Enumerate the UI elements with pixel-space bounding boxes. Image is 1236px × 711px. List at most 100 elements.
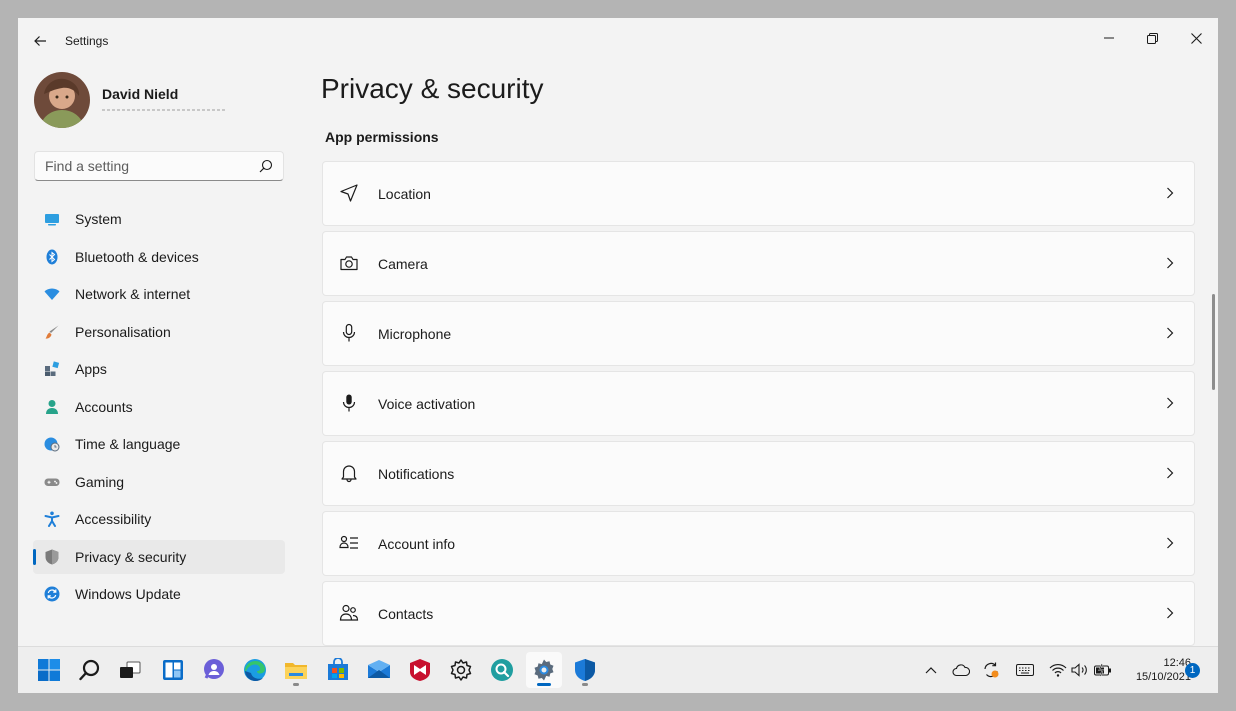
close-icon bbox=[1190, 32, 1202, 44]
settings-taskbar-button[interactable] bbox=[526, 652, 562, 688]
clock-date: 15/10/2021 bbox=[1135, 671, 1191, 683]
sidebar-item-system[interactable]: System bbox=[33, 202, 285, 236]
chevron-right-icon bbox=[1164, 326, 1176, 340]
mcafee-button[interactable] bbox=[402, 652, 438, 688]
permission-contacts[interactable]: Contacts bbox=[322, 581, 1195, 646]
permission-camera[interactable]: Camera bbox=[322, 231, 1195, 296]
chat-icon bbox=[204, 659, 224, 679]
widgets-button[interactable] bbox=[155, 652, 191, 688]
sidebar-item-apps[interactable]: Apps bbox=[33, 352, 285, 386]
sidebar-item-time-language[interactable]: Time & language bbox=[33, 427, 285, 461]
clock-time: 12:46 bbox=[1163, 657, 1191, 669]
accessibility-icon bbox=[44, 511, 60, 527]
volume-tray-button[interactable] bbox=[1071, 661, 1089, 679]
app-title: Settings bbox=[65, 34, 109, 48]
user-profile[interactable]: David Nield bbox=[34, 72, 294, 132]
chevron-right-icon bbox=[1164, 606, 1176, 620]
cloud-icon bbox=[952, 664, 970, 677]
sidebar-item-bluetooth[interactable]: Bluetooth & devices bbox=[33, 240, 285, 274]
battery-tray-button[interactable] bbox=[1094, 661, 1112, 679]
microphone-icon bbox=[339, 323, 359, 343]
globe-clock-icon bbox=[44, 436, 60, 452]
permission-account-info[interactable]: Account info bbox=[322, 511, 1195, 576]
chat-button[interactable] bbox=[196, 652, 232, 688]
sidebar-item-personalisation[interactable]: Personalisation bbox=[33, 315, 285, 349]
active-indicator bbox=[33, 548, 36, 565]
file-explorer-button[interactable] bbox=[278, 652, 314, 688]
defender-button[interactable] bbox=[567, 652, 603, 688]
gamepad-icon bbox=[44, 474, 60, 490]
mcafee-icon bbox=[410, 659, 430, 681]
search-box[interactable] bbox=[34, 151, 284, 181]
gear-app-icon bbox=[450, 659, 472, 681]
location-icon bbox=[339, 183, 359, 203]
sidebar-nav: System Bluetooth & devices Network & int… bbox=[33, 202, 285, 615]
sidebar-item-accounts[interactable]: Accounts bbox=[33, 390, 285, 424]
store-icon bbox=[328, 658, 348, 680]
permission-location[interactable]: Location bbox=[322, 161, 1195, 226]
scrollbar-thumb[interactable] bbox=[1212, 294, 1215, 390]
back-arrow-icon bbox=[34, 36, 46, 46]
quicklook-button[interactable] bbox=[484, 652, 520, 688]
sidebar-item-gaming[interactable]: Gaming bbox=[33, 465, 285, 499]
taskbar-clock[interactable]: 12:46 15/10/2021 bbox=[1113, 656, 1191, 684]
bluetooth-icon bbox=[44, 249, 60, 265]
search-icon[interactable] bbox=[259, 159, 273, 173]
user-name: David Nield bbox=[102, 86, 179, 102]
search-input[interactable] bbox=[35, 152, 265, 180]
sync-tray-button[interactable] bbox=[982, 661, 1000, 679]
file-explorer-icon bbox=[285, 663, 307, 679]
chevron-right-icon bbox=[1164, 186, 1176, 200]
keyboard-tray-button[interactable] bbox=[1016, 661, 1034, 679]
mail-icon bbox=[368, 660, 390, 678]
permission-notifications[interactable]: Notifications bbox=[322, 441, 1195, 506]
contacts-icon bbox=[339, 603, 359, 623]
task-view-button[interactable] bbox=[112, 652, 148, 688]
account-info-icon bbox=[339, 533, 359, 553]
section-title: App permissions bbox=[325, 129, 439, 145]
minimize-icon bbox=[1104, 37, 1114, 39]
wifi-icon bbox=[44, 286, 60, 302]
minimize-button[interactable] bbox=[1089, 24, 1129, 52]
mail-button[interactable] bbox=[361, 652, 397, 688]
page-title: Privacy & security bbox=[321, 73, 544, 104]
apps-icon bbox=[44, 361, 60, 377]
microphone-filled-icon bbox=[339, 393, 359, 413]
permission-voice-activation[interactable]: Voice activation bbox=[322, 371, 1195, 436]
close-button[interactable] bbox=[1176, 24, 1216, 52]
edge-button[interactable] bbox=[237, 652, 273, 688]
sidebar-item-network[interactable]: Network & internet bbox=[33, 277, 285, 311]
monitor-icon bbox=[44, 211, 60, 227]
wifi-tray-icon bbox=[1049, 664, 1067, 677]
keyboard-icon bbox=[1016, 664, 1034, 676]
search-icon bbox=[79, 659, 100, 681]
task-view-icon bbox=[120, 661, 141, 678]
back-button[interactable] bbox=[30, 31, 50, 51]
wifi-tray-button[interactable] bbox=[1049, 661, 1067, 679]
taskbar: 12:46 15/10/2021 1 bbox=[18, 646, 1218, 693]
notification-badge[interactable]: 1 bbox=[1185, 663, 1200, 678]
taskbar-search-button[interactable] bbox=[72, 652, 108, 688]
sidebar-item-privacy-security[interactable]: Privacy & security bbox=[33, 539, 285, 574]
camera-icon bbox=[339, 253, 359, 273]
chevron-up-icon bbox=[925, 667, 937, 674]
sidebar-item-accessibility[interactable]: Accessibility bbox=[33, 502, 285, 536]
permission-microphone[interactable]: Microphone bbox=[322, 301, 1195, 366]
running-indicator bbox=[293, 683, 299, 686]
onedrive-tray-button[interactable] bbox=[952, 661, 970, 679]
avatar[interactable] bbox=[34, 72, 90, 128]
restore-button[interactable] bbox=[1132, 24, 1172, 52]
settings-window: Settings David Nield Find a setting Syst… bbox=[18, 18, 1218, 693]
chevron-right-icon bbox=[1164, 536, 1176, 550]
store-button[interactable] bbox=[320, 652, 356, 688]
gear-app-button[interactable] bbox=[443, 652, 479, 688]
restore-icon bbox=[1146, 32, 1158, 44]
sidebar-item-windows-update[interactable]: Windows Update bbox=[33, 577, 285, 611]
start-button[interactable] bbox=[31, 652, 67, 688]
tray-overflow-button[interactable] bbox=[922, 661, 940, 679]
bell-icon bbox=[339, 463, 359, 483]
user-email-redacted bbox=[102, 109, 226, 111]
battery-icon bbox=[1094, 663, 1111, 677]
sync-icon bbox=[984, 662, 999, 678]
edge-icon bbox=[244, 659, 266, 681]
